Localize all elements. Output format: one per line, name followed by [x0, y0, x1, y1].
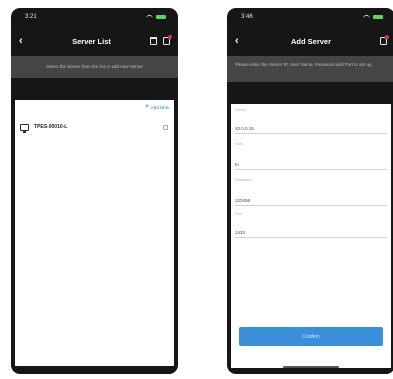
user-field[interactable]: User tn	[235, 142, 387, 170]
port-field-label: Port	[235, 212, 242, 216]
add-server-form: Server 10.0.0.15 User tn Password 123456…	[231, 104, 391, 368]
navbar: ‹ Server List	[11, 26, 178, 56]
status-bar: 3:21	[11, 8, 178, 26]
server-field-value: 10.0.0.15	[235, 126, 254, 131]
wifi-icon	[146, 14, 153, 20]
list-item[interactable]: TPES-00010-L	[15, 120, 174, 134]
battery-icon	[373, 14, 383, 20]
server-list-screen: 3:21 ‹ Server List Select the Server fro…	[11, 8, 178, 374]
instruction-banner: Please enter the Server IP, User Name, P…	[227, 56, 393, 82]
status-icons	[146, 14, 166, 20]
status-bar: 3:46	[227, 8, 393, 26]
status-time: 3:21	[25, 14, 37, 20]
wifi-icon	[363, 14, 370, 20]
server-name: TPES-00010-L	[34, 124, 68, 130]
instruction-banner: Select the Server from the list or add n…	[11, 56, 178, 78]
trash-icon[interactable]	[150, 37, 157, 45]
navbar: ‹ Add Server	[227, 26, 393, 56]
page-title: Server List	[72, 36, 111, 46]
server-field-label: Server	[235, 108, 247, 112]
page-title: Add Server	[290, 36, 332, 46]
user-field-label: User	[235, 142, 244, 146]
server-list: + Add New TPES-00010-L	[15, 100, 174, 366]
back-arrow-icon[interactable]: ‹	[19, 35, 33, 47]
home-indicator	[283, 366, 339, 368]
edit-icon[interactable]	[163, 124, 168, 130]
device-icon[interactable]	[163, 35, 172, 45]
banner-text: Select the Server from the list or add n…	[45, 63, 144, 69]
port-field-value: 1433	[235, 230, 246, 235]
add-new-server-link[interactable]: + Add New	[145, 104, 169, 110]
confirm-button[interactable]: Confirm	[239, 327, 383, 346]
battery-icon	[156, 14, 166, 20]
nav-actions	[150, 35, 172, 45]
status-icons	[363, 14, 383, 20]
plus-icon: +	[145, 104, 149, 110]
back-arrow-icon[interactable]: ‹	[235, 35, 249, 47]
password-field-label: Password	[235, 178, 252, 182]
server-field[interactable]: Server 10.0.0.15	[235, 108, 387, 134]
add-server-screen: 3:46 ‹ Add Server Please enter the Serve…	[227, 8, 393, 374]
password-field[interactable]: Password 123456	[235, 178, 387, 206]
monitor-icon	[20, 123, 29, 133]
user-field-value: tn	[235, 162, 239, 167]
banner-text: Please enter the Server IP, User Name, P…	[235, 62, 372, 67]
password-field-value: 123456	[235, 198, 251, 203]
nav-actions	[373, 35, 389, 45]
add-new-label: Add New	[150, 104, 169, 110]
status-time: 3:46	[241, 14, 253, 20]
device-icon[interactable]	[380, 35, 389, 45]
port-field[interactable]: Port 1433	[235, 212, 387, 238]
